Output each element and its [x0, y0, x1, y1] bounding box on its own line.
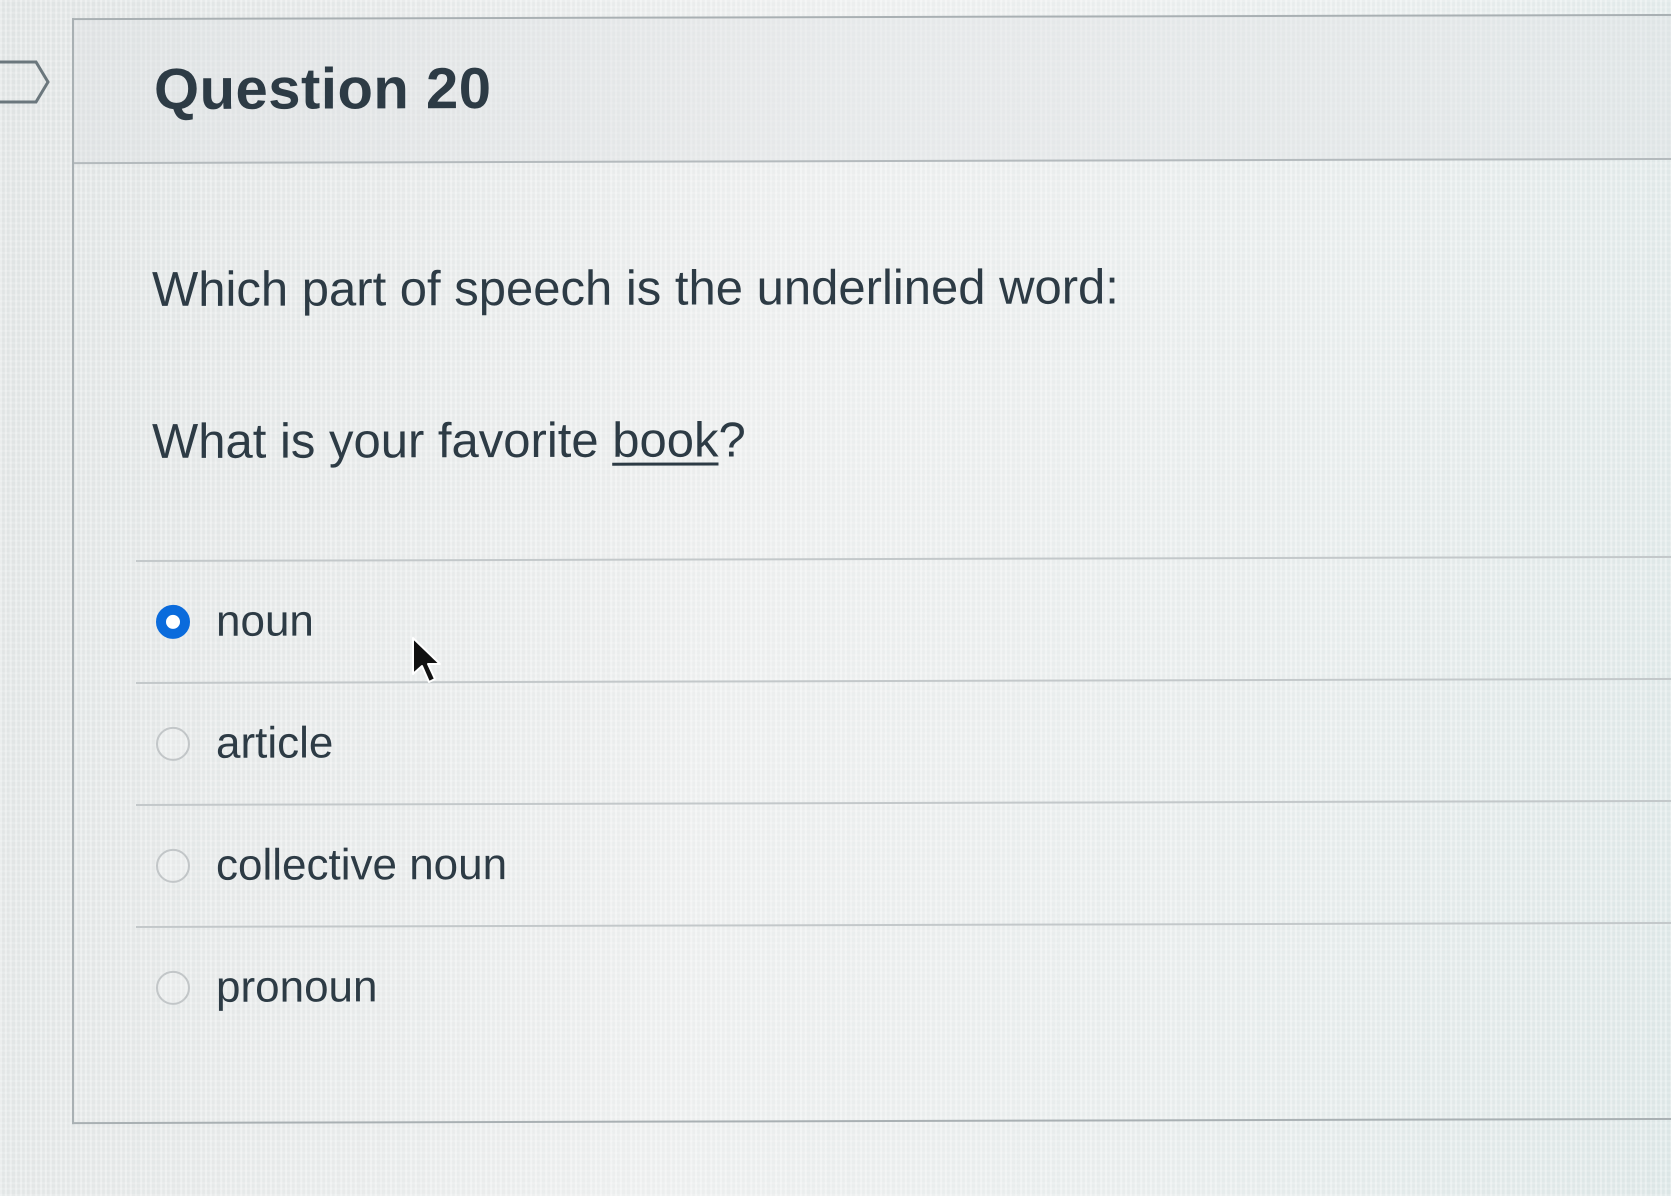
answer-option-pronoun[interactable]: pronoun: [136, 924, 1671, 1048]
answer-list: noun article collective noun pronoun: [136, 555, 1671, 1048]
answer-label: collective noun: [216, 840, 508, 890]
sentence-text-before: What is your favorite: [152, 413, 613, 469]
radio-button[interactable]: [156, 848, 190, 883]
radio-button[interactable]: [156, 726, 190, 761]
sentence-text-after: ?: [718, 413, 746, 468]
question-prompt: Which part of speech is the underlined w…: [152, 260, 1119, 317]
underlined-word: book: [612, 413, 719, 468]
mouse-pointer-icon: [412, 637, 441, 683]
question-card: Question 20 Which part of speech is the …: [72, 13, 1671, 1125]
question-header: Question 20: [74, 15, 1671, 165]
answer-label: article: [216, 718, 334, 768]
question-flag-icon[interactable]: [0, 58, 52, 106]
question-title: Question 20: [154, 56, 492, 122]
radio-button[interactable]: [156, 970, 190, 1005]
answer-option-noun[interactable]: noun: [136, 558, 1671, 682]
answer-option-collective-noun[interactable]: collective noun: [136, 802, 1671, 926]
radio-button-selected[interactable]: [156, 604, 190, 639]
answer-label: pronoun: [216, 962, 378, 1012]
answer-option-article[interactable]: article: [136, 680, 1671, 804]
answer-label: noun: [216, 596, 314, 646]
question-sentence: What is your favorite book?: [152, 412, 746, 470]
